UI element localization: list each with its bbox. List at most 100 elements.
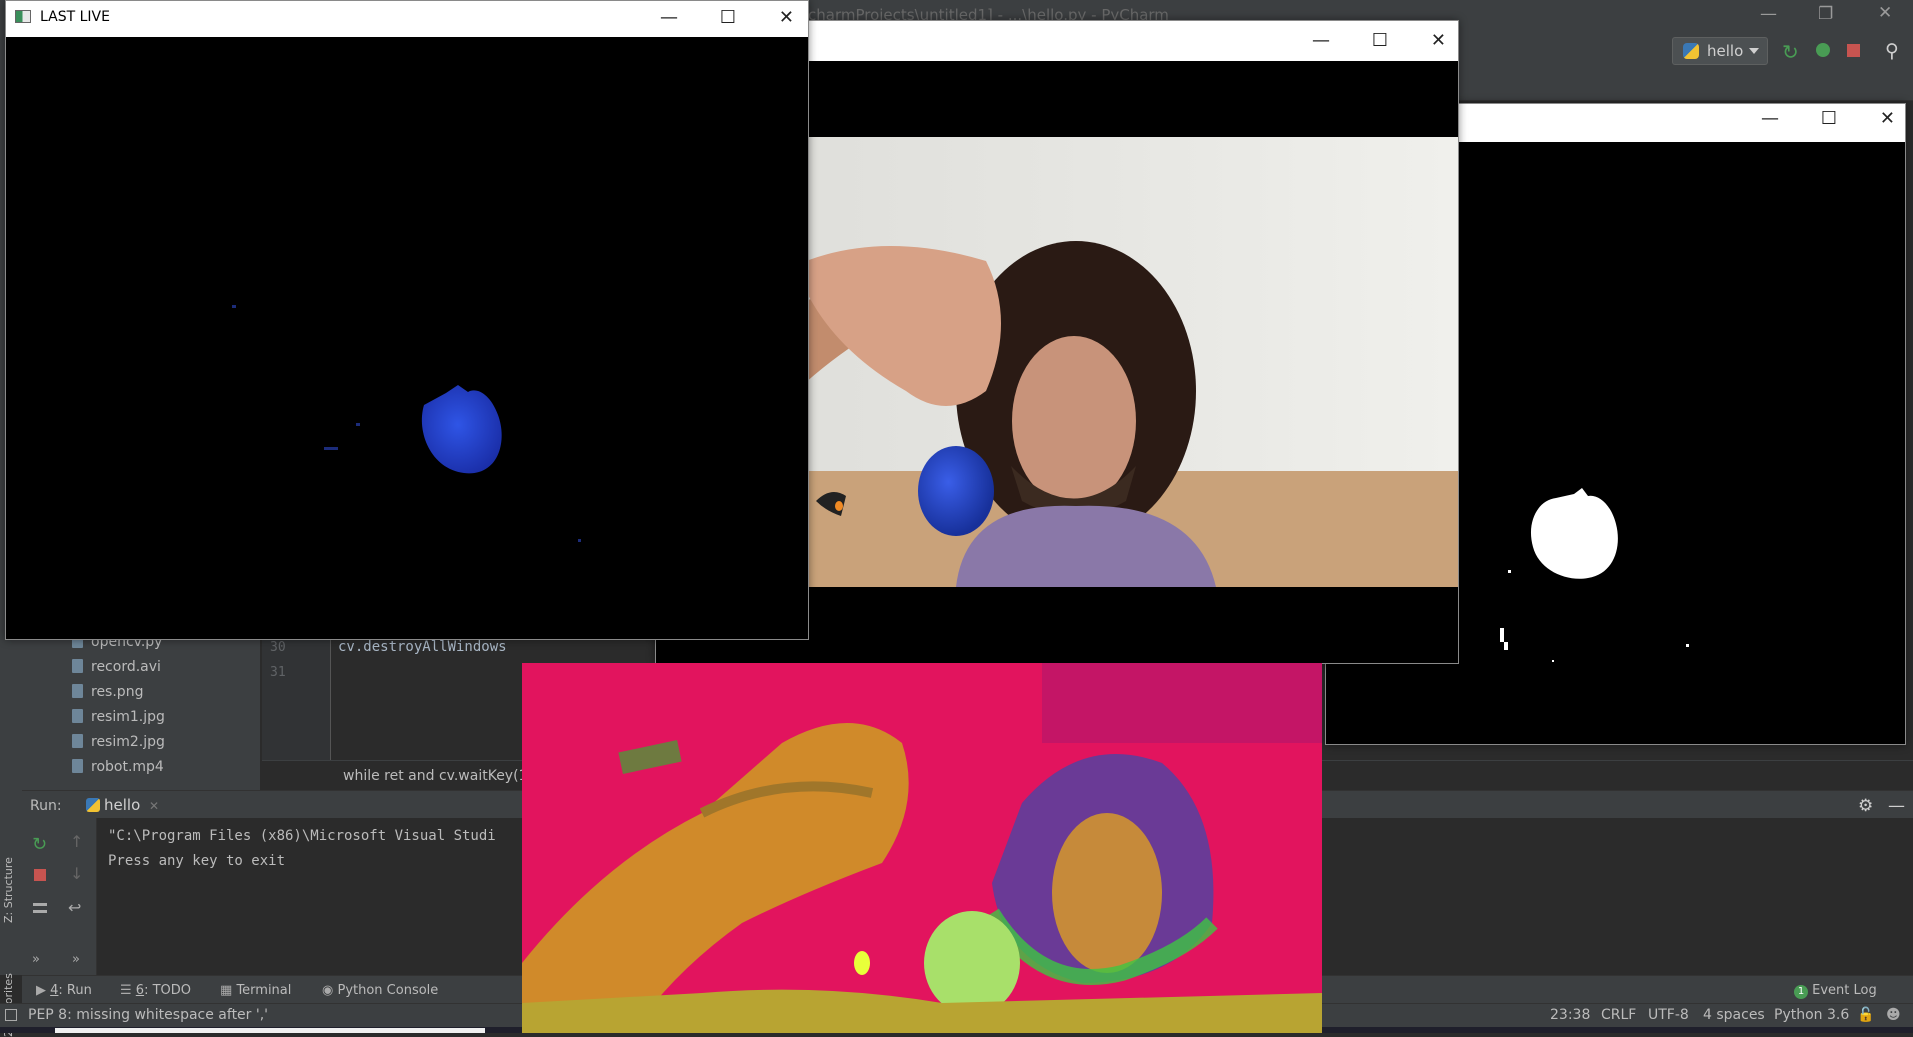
event-log-label: Event Log: [1812, 983, 1877, 998]
expand-icon[interactable]: »: [72, 952, 80, 967]
tree-item[interactable]: record.avi: [72, 659, 161, 675]
tab-run[interactable]: ▶ 4: Run: [36, 983, 92, 998]
chevron-down-icon: [1749, 48, 1759, 54]
soft-wrap-icon[interactable]: ↩: [68, 898, 81, 917]
maximize-button[interactable]: ☐: [720, 7, 736, 28]
python-icon: [1683, 43, 1699, 59]
run-label: Run:: [30, 798, 62, 814]
tab-python-console[interactable]: ◉ Python Console: [322, 983, 438, 998]
penguin-beak: [835, 501, 843, 511]
tab-todo[interactable]: ☰ 6: TODO: [120, 983, 191, 998]
file-name: robot.mp4: [91, 759, 164, 775]
tree-item[interactable]: robot.mp4: [72, 759, 164, 775]
run-tab-label: hello: [104, 796, 141, 814]
maximize-button[interactable]: ☐: [1372, 30, 1388, 51]
tree-item[interactable]: res.png: [72, 684, 143, 700]
python-icon: [86, 798, 100, 812]
hsv-window[interactable]: [522, 663, 1322, 1033]
hsv-highlight: [854, 951, 870, 975]
interpreter[interactable]: Python 3.6: [1774, 1007, 1849, 1023]
close-button[interactable]: ✕: [1880, 108, 1895, 129]
close-button[interactable]: ✕: [779, 7, 794, 28]
event-count-badge: 1: [1794, 985, 1808, 999]
status-message: PEP 8: missing whitespace after ',': [28, 1007, 269, 1023]
arrow-down-icon[interactable]: ↓: [70, 864, 83, 883]
close-button[interactable]: ✕: [1431, 30, 1446, 51]
minimize-button[interactable]: —: [660, 7, 678, 28]
console-line: "C:\Program Files (x86)\Microsoft Visual…: [108, 828, 496, 844]
console-line: Press any key to exit: [108, 853, 286, 869]
caret-position[interactable]: 23:38: [1550, 1007, 1590, 1023]
inspector-icon[interactable]: ☻: [1886, 1007, 1901, 1023]
structure-tab[interactable]: Z: Structure: [2, 857, 15, 923]
file-icon: [72, 659, 83, 673]
file-name: record.avi: [91, 659, 161, 675]
play-icon: ▶: [36, 983, 46, 998]
file-icon: [72, 759, 83, 773]
rerun-icon[interactable]: ↻: [32, 834, 47, 855]
debug-icon[interactable]: [1816, 43, 1830, 57]
minimize-button[interactable]: —: [1761, 108, 1779, 129]
lock-icon[interactable]: 🔓: [1857, 1007, 1874, 1023]
maximize-button[interactable]: ☐: [1821, 108, 1837, 129]
indent-setting[interactable]: 4 spaces: [1703, 1007, 1765, 1023]
minimize-button[interactable]: —: [1312, 30, 1330, 51]
detected-blob: [1530, 488, 1618, 579]
noise-speck: [578, 539, 581, 542]
window-title: LAST LIVE: [40, 9, 110, 25]
last-live-window[interactable]: LAST LIVE — ☐ ✕: [5, 0, 809, 640]
last-live-frame: [6, 37, 808, 639]
expand-icon[interactable]: »: [32, 952, 40, 967]
gear-icon[interactable]: ⚙: [1858, 796, 1873, 816]
tab-label: : Run: [58, 983, 92, 998]
hide-panel-icon[interactable]: —: [1888, 796, 1905, 816]
tab-label: Terminal: [236, 983, 292, 998]
project-tree: opencv.py record.avi res.png resim1.jpg …: [22, 620, 260, 790]
stop-icon[interactable]: [1847, 44, 1860, 57]
last-live-svg: [232, 305, 581, 542]
noise-speck: [1552, 660, 1554, 662]
stop-icon[interactable]: [34, 869, 46, 881]
breadcrumb[interactable]: while ret and cv.waitKey(1): [343, 768, 533, 784]
tab-label: : TODO: [144, 983, 192, 998]
noise-speck: [1686, 644, 1689, 647]
close-icon[interactable]: ✕: [149, 799, 159, 813]
list-icon: ☰: [120, 983, 132, 998]
blue-object: [918, 446, 994, 536]
file-name: resim1.jpg: [91, 709, 165, 725]
layout-icon[interactable]: [33, 903, 47, 913]
ide-close-button[interactable]: ✕: [1878, 3, 1892, 23]
tree-item[interactable]: resim2.jpg: [72, 734, 165, 750]
window-app-icon: [15, 10, 31, 23]
ide-restore-button[interactable]: ❐: [1818, 4, 1833, 24]
image-file-icon: [72, 709, 83, 723]
tab-terminal[interactable]: ▦ Terminal: [220, 983, 291, 998]
hsv-object: [924, 911, 1020, 1015]
noise-speck: [232, 305, 236, 308]
tree-item[interactable]: resim1.jpg: [72, 709, 165, 725]
line-separator[interactable]: CRLF: [1601, 1007, 1636, 1023]
ide-minimize-button[interactable]: —: [1760, 4, 1777, 24]
tab-label: Python Console: [337, 983, 439, 998]
tab-mnemonic: 6: [135, 983, 145, 998]
noise-speck: [1500, 628, 1504, 642]
window-title-bar[interactable]: LAST LIVE — ☐ ✕: [6, 1, 808, 35]
event-log-button[interactable]: 1 Event Log: [1794, 983, 1877, 999]
hsv-svg: [522, 663, 1322, 1033]
hsv-face: [1052, 813, 1162, 973]
image-file-icon: [72, 734, 83, 748]
code-line[interactable]: cv.destroyAllWindows: [338, 639, 507, 655]
file-name: res.png: [91, 684, 144, 700]
run-configuration-dropdown[interactable]: hello: [1672, 37, 1768, 65]
hsv-noise: [1042, 663, 1322, 743]
file-encoding[interactable]: UTF-8: [1648, 1007, 1689, 1023]
arrow-up-icon[interactable]: ↑: [70, 832, 83, 851]
layout-toggle-icon[interactable]: [5, 1009, 17, 1021]
taskbar-indicator: [55, 1028, 485, 1033]
search-icon[interactable]: ⚲: [1885, 40, 1899, 62]
run-configuration-label: hello: [1707, 42, 1744, 60]
line-number: 30: [270, 640, 286, 655]
noise-speck: [1508, 570, 1511, 573]
noise-speck: [356, 423, 360, 426]
rerun-icon[interactable]: ↻: [1782, 40, 1799, 64]
